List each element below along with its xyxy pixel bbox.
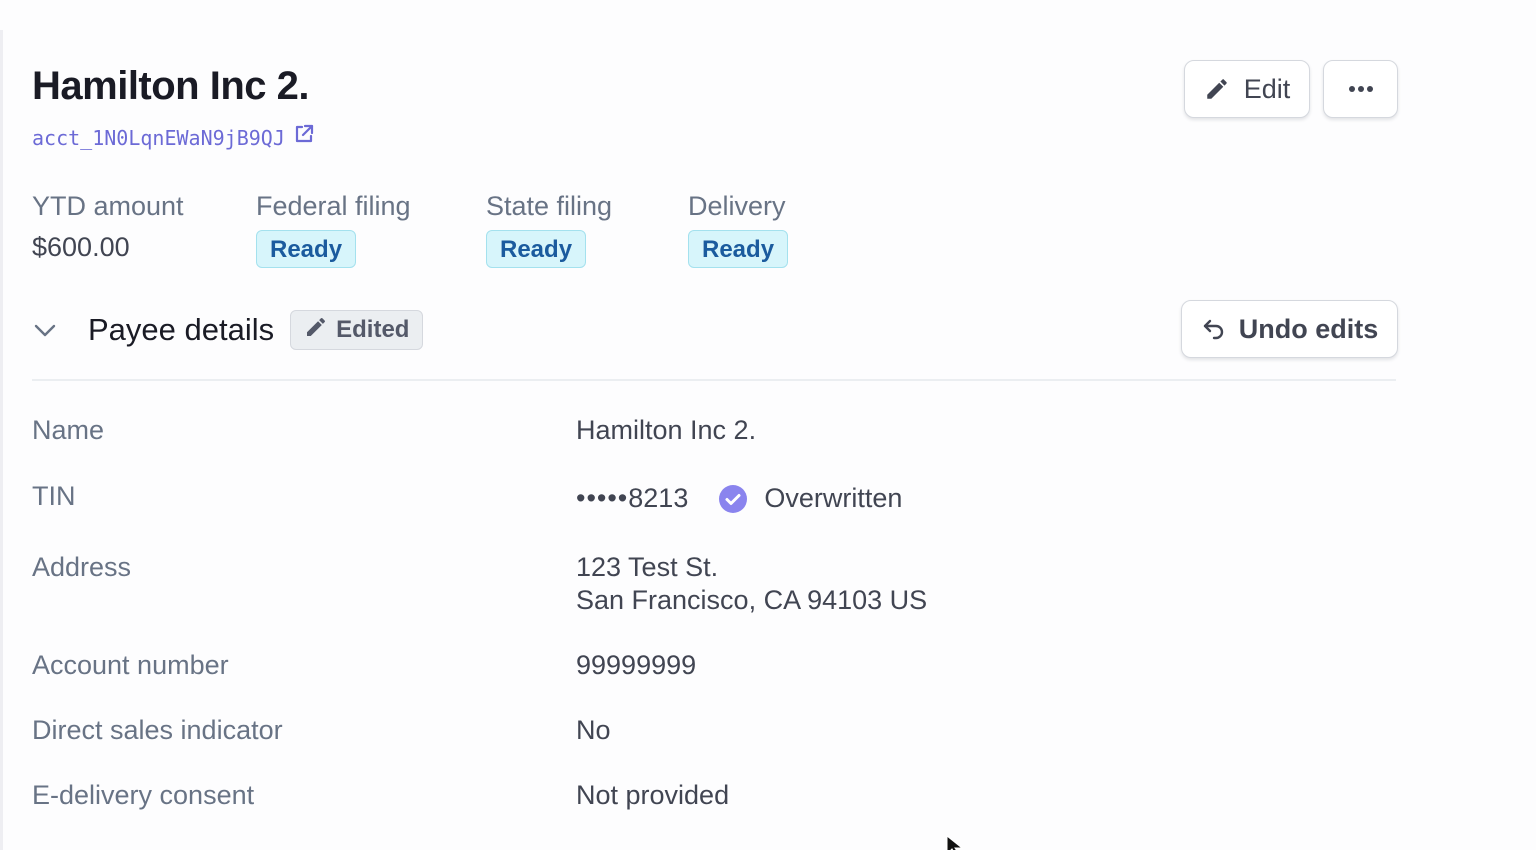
stat-label: YTD amount — [32, 191, 184, 221]
external-link-icon[interactable] — [293, 123, 315, 145]
address-line2: San Francisco, CA 94103 US — [576, 585, 928, 615]
undo-edits-label: Undo edits — [1238, 313, 1379, 344]
tin-last4: 8213 — [628, 483, 689, 513]
chevron-down-icon[interactable] — [32, 317, 58, 343]
detail-value: Not provided — [576, 780, 730, 810]
detail-label: Direct sales indicator — [32, 715, 283, 745]
detail-value: Hamilton Inc 2. — [576, 415, 757, 445]
status-badge: Ready — [688, 230, 789, 268]
detail-label: Account number — [32, 650, 229, 680]
more-actions-button[interactable] — [1323, 60, 1398, 118]
edit-button[interactable]: Edit — [1184, 60, 1310, 118]
stat-state-filing: State filing Ready — [486, 190, 612, 268]
detail-value: No — [576, 715, 611, 745]
status-badge: Ready — [256, 230, 357, 268]
tin-mask: ••••• — [576, 483, 629, 513]
stat-delivery: Delivery Ready — [688, 190, 789, 268]
check-circle-icon — [718, 484, 748, 514]
detail-value: ••••• 8213 Overwritten — [576, 482, 902, 515]
account-id-link[interactable]: acct_1N0LqnEWaN9jB9QJ — [32, 123, 315, 150]
detail-label: Address — [32, 552, 132, 582]
detail-value: 123 Test St. San Francisco, CA 94103 US — [576, 551, 927, 617]
payee-detail-page: Hamilton Inc 2. acct_1N0LqnEWaN9jB9QJ Ed… — [0, 0, 1536, 850]
pencil-icon — [304, 315, 328, 346]
mouse-cursor-icon — [946, 834, 966, 850]
undo-icon — [1201, 316, 1227, 342]
status-badge: Ready — [486, 230, 587, 268]
payee-details-header: Payee details Edited — [32, 308, 424, 352]
section-divider — [32, 379, 1396, 381]
section-title[interactable]: Payee details — [88, 312, 274, 348]
undo-edits-button[interactable]: Undo edits — [1181, 300, 1398, 358]
edited-badge: Edited — [290, 310, 424, 350]
account-id[interactable]: acct_1N0LqnEWaN9jB9QJ — [32, 126, 285, 150]
stat-federal-filing: Federal filing Ready — [256, 190, 411, 268]
address-line1: 123 Test St. — [576, 552, 719, 582]
stat-label: Delivery — [688, 191, 786, 221]
detail-label: E-delivery consent — [32, 780, 255, 810]
pencil-icon — [1204, 76, 1230, 102]
stat-ytd-amount: YTD amount $600.00 — [32, 190, 184, 263]
ellipsis-icon — [1348, 85, 1374, 93]
edit-button-label: Edit — [1243, 73, 1291, 104]
panel-left-border — [0, 30, 3, 850]
edited-badge-label: Edited — [336, 316, 410, 343]
ytd-amount-value: $600.00 — [32, 232, 130, 262]
detail-label: Name — [32, 415, 105, 445]
detail-label: TIN — [32, 481, 76, 511]
page-title: Hamilton Inc 2. — [32, 64, 310, 108]
stat-label: Federal filing — [256, 191, 411, 221]
stat-label: State filing — [486, 191, 613, 221]
tin-status: Overwritten — [764, 483, 903, 513]
detail-value: 99999999 — [576, 650, 697, 680]
